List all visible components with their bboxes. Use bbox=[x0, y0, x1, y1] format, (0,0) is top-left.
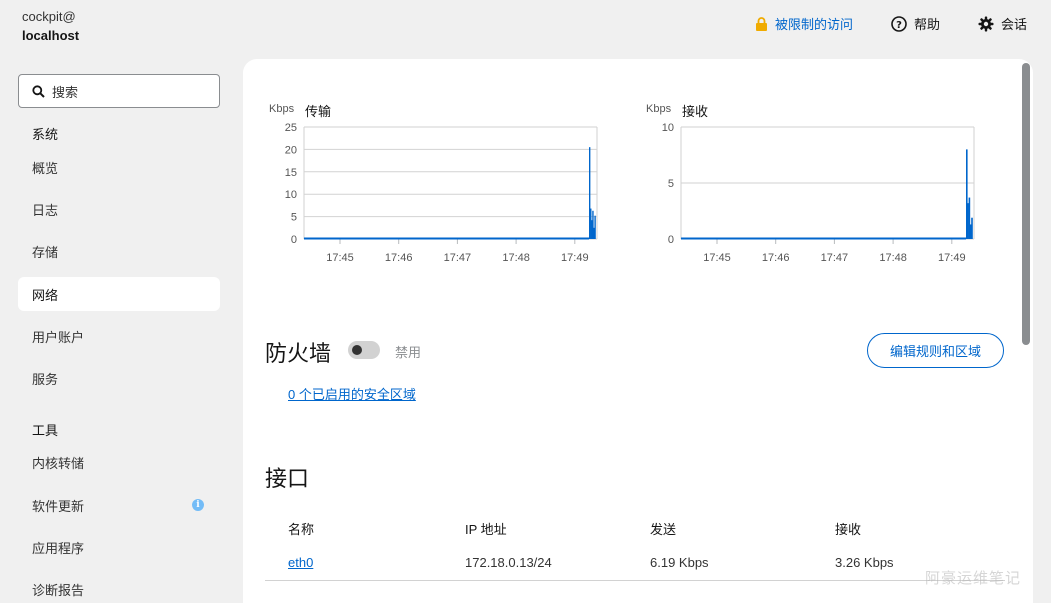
y-tick-label: 15 bbox=[285, 167, 297, 179]
x-tick-label: 17:46 bbox=[762, 252, 790, 264]
help-icon: ? bbox=[891, 15, 907, 32]
x-tick-label: 17:48 bbox=[879, 252, 907, 264]
session-button[interactable]: 会话 bbox=[978, 14, 1027, 33]
transmit-chart-plot: 25 20 15 10 5 0 17:45 17:46 17:47 17:48 17:49 bbox=[285, 122, 598, 264]
y-tick-label: 20 bbox=[285, 144, 297, 156]
y-tick-label: 0 bbox=[668, 234, 674, 246]
sidebar-item-updates[interactable]: 软件更新 i bbox=[18, 488, 220, 522]
traffic-bar bbox=[594, 215, 596, 239]
sidebar-item-label: 服务 bbox=[32, 371, 59, 387]
sidebar-item-label: 诊断报告 bbox=[32, 582, 85, 598]
sidebar-item-label: 应用程序 bbox=[32, 540, 85, 556]
svg-text:?: ? bbox=[896, 20, 902, 31]
watermark: 阿豪运维笔记 bbox=[925, 570, 1022, 587]
search-placeholder: 搜索 bbox=[52, 84, 79, 100]
help-button[interactable]: ? 帮助 bbox=[891, 14, 940, 33]
sidebar-item-accounts[interactable]: 用户账户 bbox=[18, 319, 220, 353]
top-toolbar: 被限制的访问 ? 帮助 会话 bbox=[717, 14, 1027, 33]
x-tick-label: 17:46 bbox=[385, 252, 413, 264]
nav-group-system: 系统 bbox=[32, 127, 59, 142]
limited-access-label: 被限制的访问 bbox=[774, 17, 853, 32]
interface-receive: 3.26 Kbps bbox=[835, 555, 894, 570]
x-tick-label: 17:45 bbox=[326, 252, 354, 264]
x-tick-label: 17:49 bbox=[561, 252, 589, 264]
column-header-send: 发送 bbox=[650, 522, 677, 537]
y-tick-label: 5 bbox=[668, 178, 674, 190]
sidebar-item-label: 存储 bbox=[32, 244, 59, 260]
sidebar-item-network[interactable]: 网络 bbox=[18, 277, 220, 311]
lock-icon bbox=[755, 16, 768, 31]
search-icon bbox=[32, 84, 45, 98]
sidebar-item-label: 内核转储 bbox=[32, 455, 85, 471]
x-tick-label: 17:48 bbox=[502, 252, 530, 264]
sidebar-item-label: 网络 bbox=[32, 287, 59, 303]
firewall-toggle[interactable] bbox=[348, 341, 380, 359]
column-header-receive: 接收 bbox=[835, 522, 862, 537]
x-tick-label: 17:47 bbox=[821, 252, 849, 264]
sidebar-item-storage[interactable]: 存储 bbox=[18, 234, 220, 268]
toggle-knob bbox=[352, 345, 362, 355]
info-icon: i bbox=[192, 499, 204, 511]
column-header-name: 名称 bbox=[288, 522, 315, 537]
sidebar-item-label: 软件更新 bbox=[32, 498, 85, 514]
sidebar-item-label: 概览 bbox=[32, 160, 59, 176]
y-tick-label: 25 bbox=[285, 122, 297, 134]
interface-ip: 172.18.0.13/24 bbox=[465, 555, 552, 570]
transmit-chart: Kbps 传输 25 20 15 10 5 0 17:45 17:46 17:47 17:48 17… bbox=[265, 98, 605, 273]
nav-group-tools: 工具 bbox=[32, 423, 59, 438]
traffic-bar bbox=[971, 217, 973, 239]
sidebar-item-label: 日志 bbox=[32, 202, 59, 218]
receive-chart: Kbps 接收 10 5 0 17:45 17:46 17:47 17:48 17:49 bbox=[643, 98, 983, 273]
sidebar-item-apps[interactable]: 应用程序 bbox=[18, 530, 220, 564]
firewall-title: 防火墙 bbox=[265, 341, 332, 366]
session-label: 会话 bbox=[1000, 17, 1027, 32]
table-row-divider bbox=[265, 580, 1005, 581]
edit-rules-button[interactable]: 编辑规则和区域 bbox=[867, 333, 1004, 368]
y-tick-label: 10 bbox=[662, 122, 674, 134]
host-name: localhost bbox=[22, 28, 80, 43]
y-tick-label: 10 bbox=[285, 189, 297, 201]
scrollbar[interactable] bbox=[1022, 63, 1030, 345]
help-label: 帮助 bbox=[913, 17, 940, 32]
x-tick-label: 17:47 bbox=[444, 252, 472, 264]
sidebar-item-diagnostics[interactable]: 诊断报告 bbox=[18, 572, 220, 603]
sidebar-item-label: 用户账户 bbox=[32, 329, 85, 345]
interfaces-title: 接口 bbox=[265, 466, 310, 491]
interface-send: 6.19 Kbps bbox=[650, 555, 709, 570]
firewall-state-label: 禁用 bbox=[395, 345, 422, 360]
sidebar-item-overview[interactable]: 概览 bbox=[18, 150, 220, 184]
column-header-ip: IP 地址 bbox=[465, 522, 507, 537]
receive-chart-plot: 10 5 0 17:45 17:46 17:47 17:48 17:49 bbox=[662, 122, 975, 264]
host-user: cockpit@ bbox=[22, 9, 76, 24]
search-input[interactable]: 搜索 bbox=[18, 74, 220, 108]
y-tick-label: 0 bbox=[291, 234, 297, 246]
y-tick-label: 5 bbox=[291, 212, 297, 224]
active-zones-link[interactable]: 0 个已启用的安全区域 bbox=[288, 384, 416, 403]
limited-access-button[interactable]: 被限制的访问 bbox=[755, 14, 853, 33]
interface-name-link[interactable]: eth0 bbox=[288, 555, 313, 570]
host-label: cockpit@ localhost bbox=[22, 7, 79, 45]
gear-icon bbox=[978, 16, 994, 32]
sidebar-item-logs[interactable]: 日志 bbox=[18, 192, 220, 226]
sidebar-item-kdump[interactable]: 内核转储 bbox=[18, 445, 220, 479]
x-tick-label: 17:45 bbox=[703, 252, 731, 264]
sidebar-item-services[interactable]: 服务 bbox=[18, 361, 220, 395]
x-tick-label: 17:49 bbox=[938, 252, 966, 264]
